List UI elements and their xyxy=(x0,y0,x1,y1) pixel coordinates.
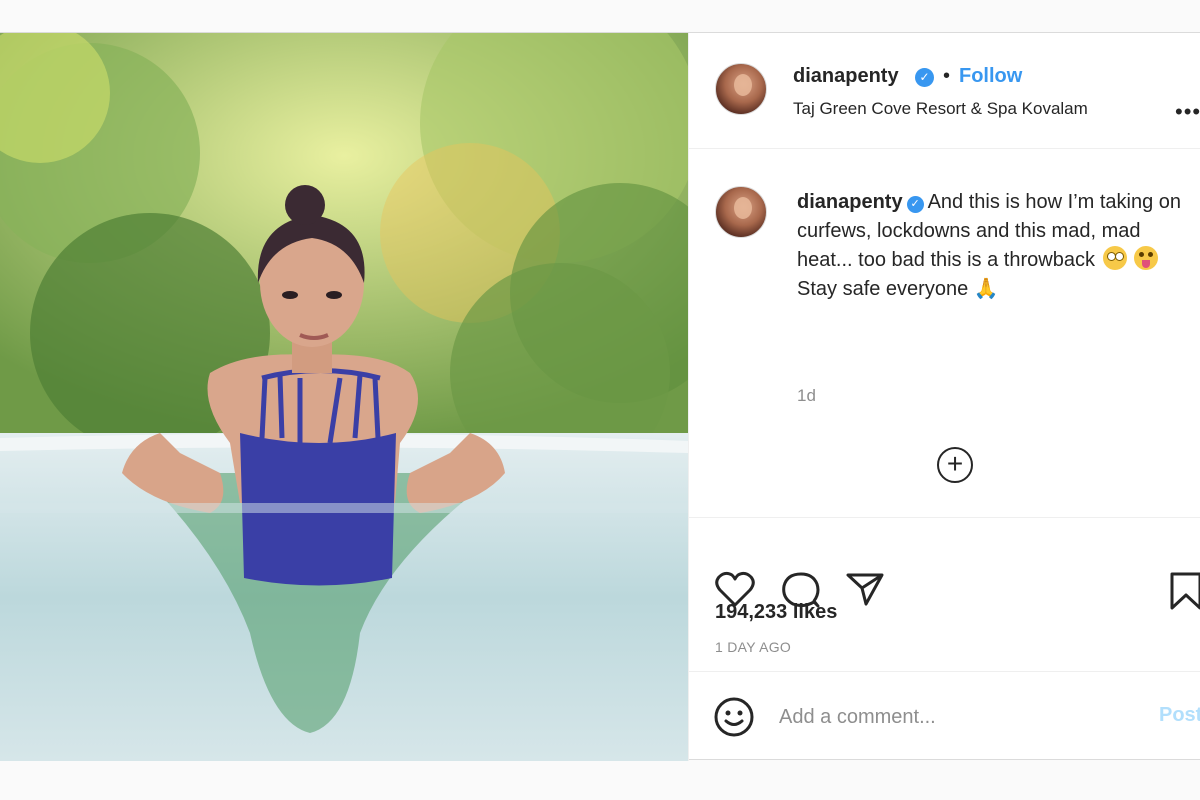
load-more-comments-button[interactable]: + xyxy=(937,447,973,483)
share-icon[interactable] xyxy=(845,571,885,607)
caption-username[interactable]: dianapenty xyxy=(797,191,903,213)
instagram-post: dianapenty ✓ • Follow Taj Green Cove Res… xyxy=(0,32,1200,761)
face-with-rolling-eyes-icon xyxy=(1102,246,1127,270)
bookmark-icon[interactable] xyxy=(1169,571,1200,611)
folded-hands-icon: 🙏 xyxy=(973,278,999,300)
location-link[interactable]: Taj Green Cove Resort & Spa Kovalam xyxy=(793,99,1088,119)
verified-badge-icon: ✓ xyxy=(906,196,924,213)
avatar[interactable] xyxy=(715,63,767,115)
post-date: 1 DAY AGO xyxy=(715,639,792,655)
emoji-picker-icon[interactable] xyxy=(713,696,755,738)
add-comment-bar: Post xyxy=(689,671,1200,761)
separator-dot: • xyxy=(943,65,951,87)
caption-time: 1d xyxy=(797,386,816,405)
caption-body-line2: Stay safe everyone xyxy=(797,278,969,300)
comments-section: dianapenty ✓ And this is how I’m taking on… xyxy=(689,150,1200,518)
follow-button[interactable]: Follow xyxy=(959,65,1022,88)
comment-input[interactable] xyxy=(779,702,1139,732)
more-options-icon[interactable]: ••• xyxy=(1175,101,1200,123)
username-link[interactable]: dianapenty xyxy=(793,65,899,88)
post-header: dianapenty ✓ • Follow Taj Green Cove Res… xyxy=(689,33,1200,149)
actions-bar: 194,233 likes 1 DAY AGO xyxy=(689,519,1200,689)
caption-text: dianapenty ✓ And this is how I’m taking on… xyxy=(797,188,1187,304)
likes-count[interactable]: 194,233 likes xyxy=(715,601,837,624)
caption-avatar[interactable] xyxy=(715,186,767,238)
verified-badge-icon: ✓ xyxy=(915,68,934,87)
post-photo[interactable] xyxy=(0,33,688,761)
post-comment-button[interactable]: Post xyxy=(1159,704,1200,727)
winking-face-with-tongue-icon xyxy=(1134,246,1159,270)
post-side-panel: dianapenty ✓ • Follow Taj Green Cove Res… xyxy=(688,33,1200,761)
pool-photo-illustration xyxy=(0,33,688,761)
